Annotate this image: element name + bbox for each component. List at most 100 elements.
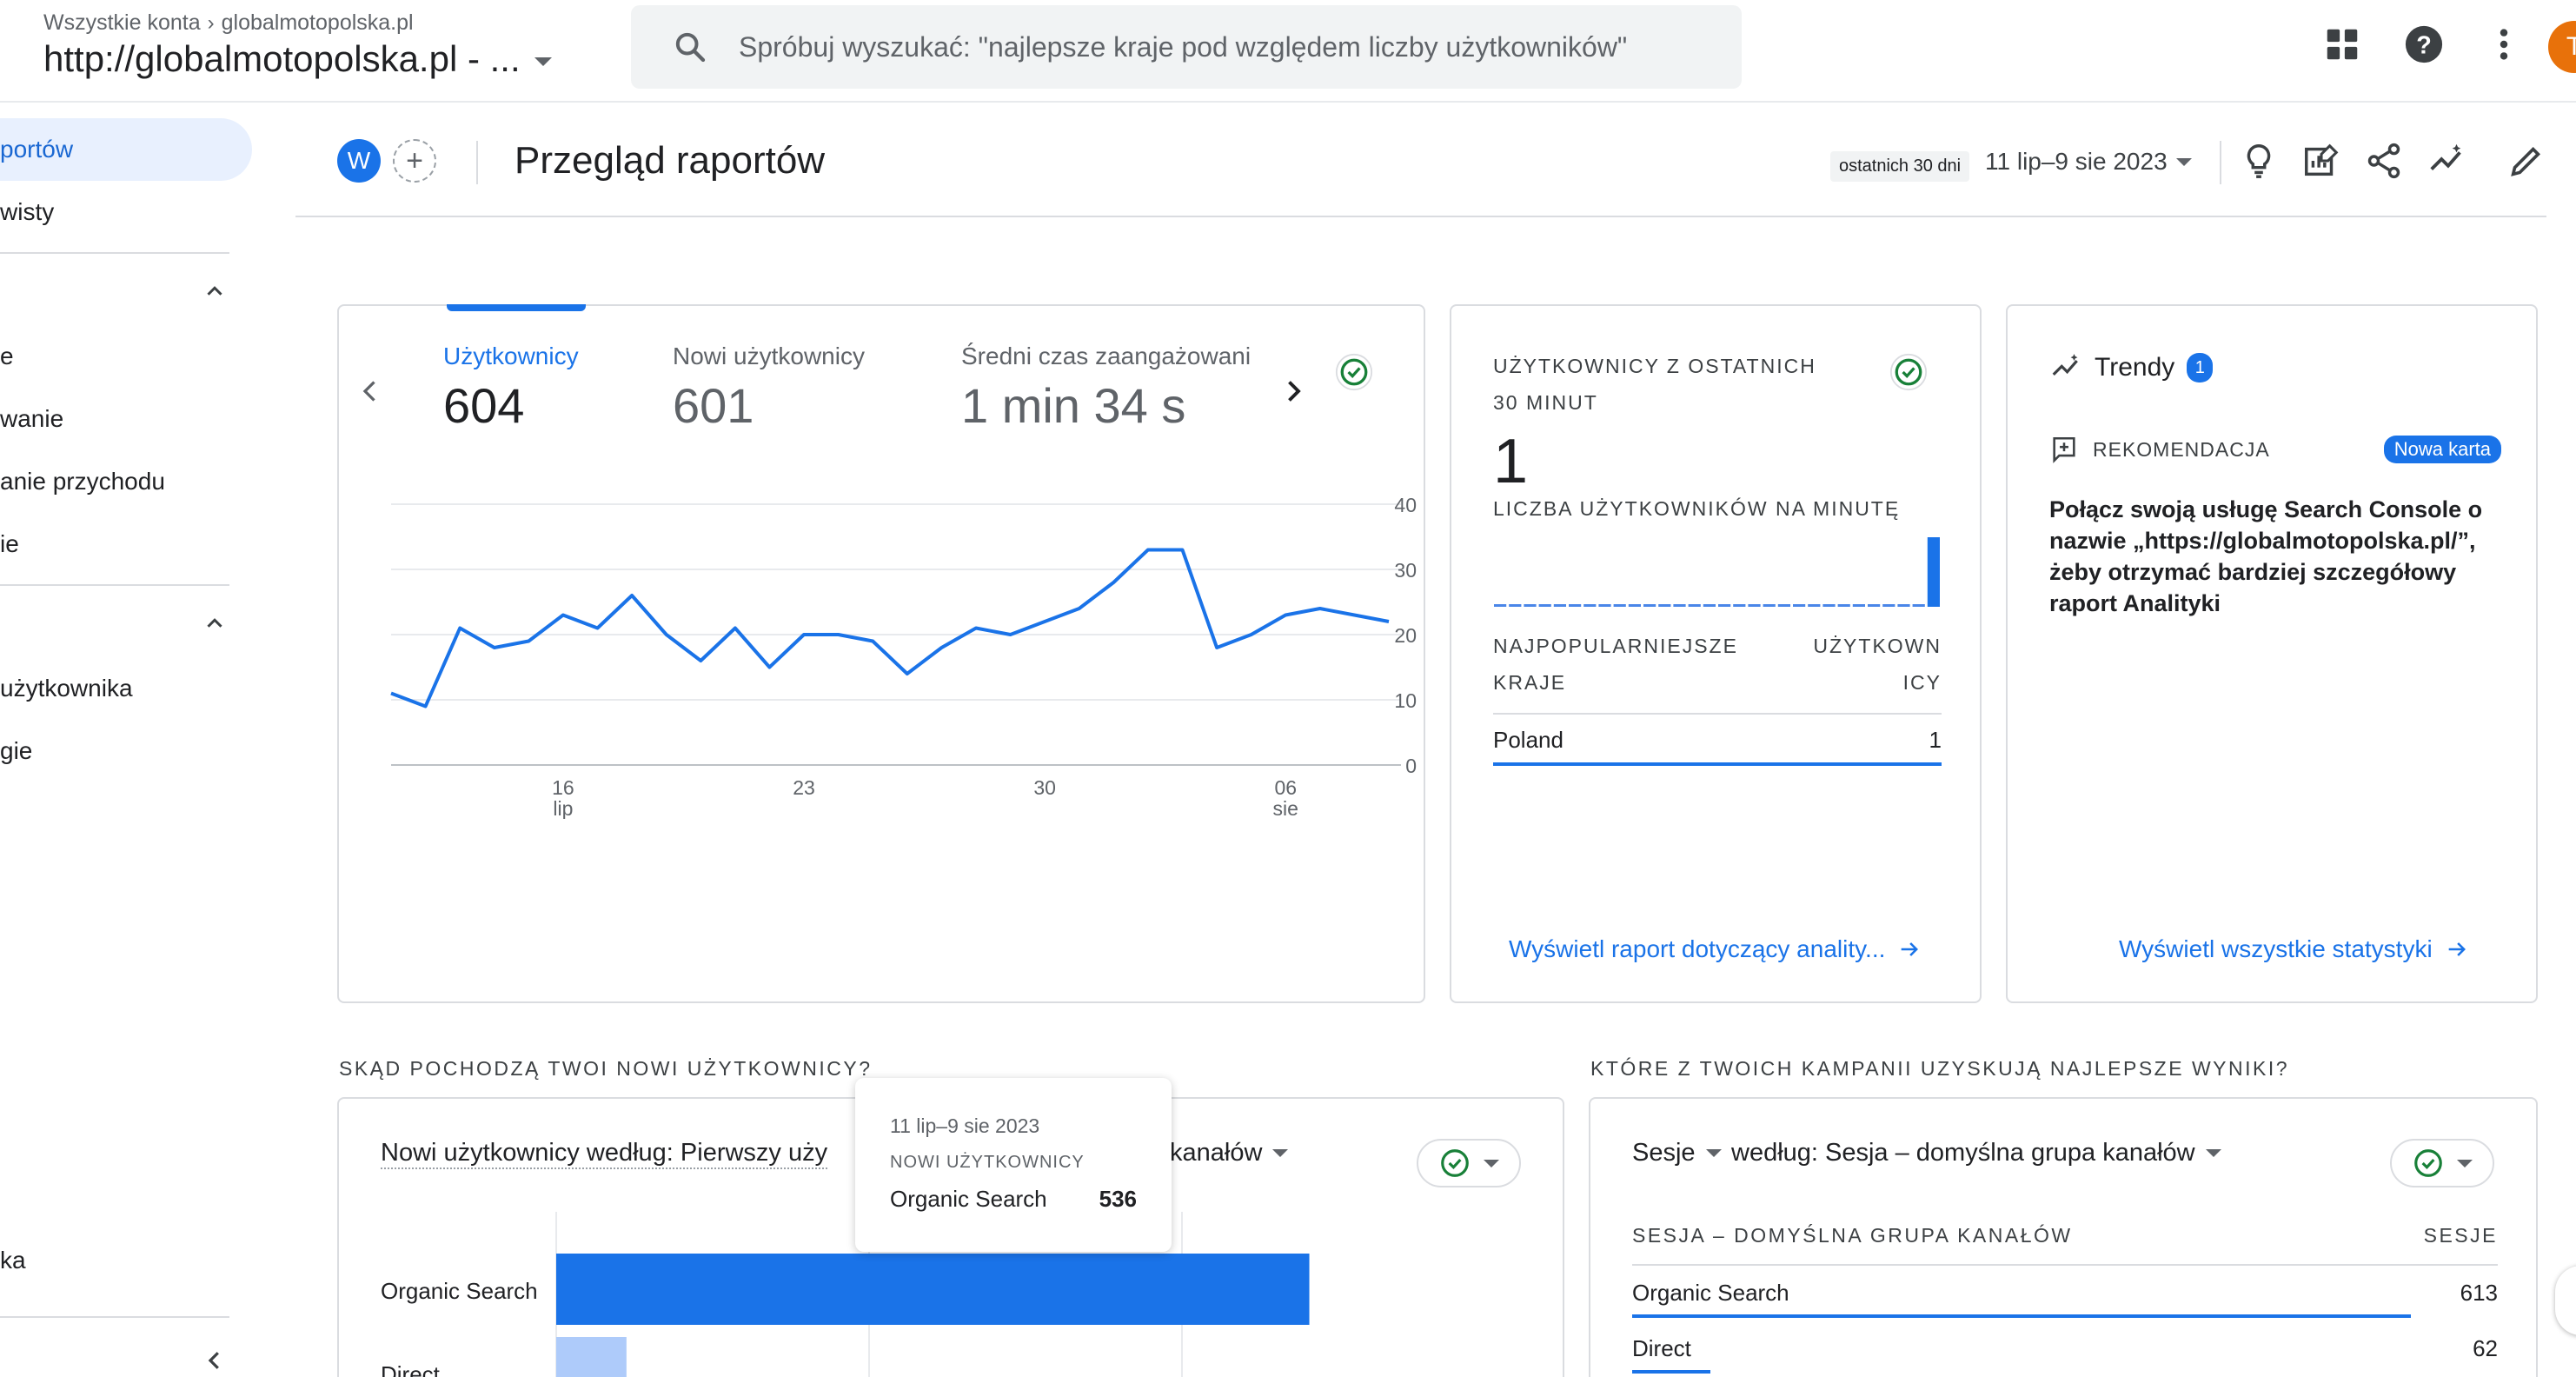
realtime-report-link[interactable]: Wyświetl raport dotyczący anality... <box>1509 935 1922 963</box>
account-selector[interactable]: http://globalmotopolska.pl - ... <box>43 38 552 80</box>
dropdown-caret-icon <box>1484 1159 1499 1167</box>
view-all-insights-link[interactable]: Wyświetl wszystkie statystyki <box>2119 935 2469 963</box>
per-minute-bar-chart[interactable] <box>1493 532 1942 612</box>
campaign-table-header: SESJA – DOMYŚLNA GRUPA KANAŁÓW SESJE <box>1632 1224 2498 1247</box>
edit-pencil-icon[interactable] <box>2506 141 2546 181</box>
chevron-right-icon: › <box>207 10 215 35</box>
sidebar-item-label: ka <box>0 1247 26 1274</box>
bar-direct <box>556 1337 627 1377</box>
tooltip-channel: Organic Search <box>890 1186 1047 1212</box>
comparison-avatar[interactable]: W <box>337 139 381 183</box>
selector-text: Sesje <box>1632 1139 1696 1167</box>
column-header-channel: SESJA – DOMYŚLNA GRUPA KANAŁÓW <box>1632 1224 2073 1247</box>
check-circle-icon <box>1441 1149 1469 1177</box>
new-users-dimension-selector[interactable]: Nowi użytkownicy według: Pierwszy uży <box>381 1139 828 1169</box>
metric-tab-users[interactable]: Użytkownicy 604 <box>443 343 579 434</box>
minute-bar <box>1509 604 1522 607</box>
table-row[interactable]: Direct 62 <box>1632 1335 2498 1362</box>
selector-text: według: Sesja – domyślna grupa kanałów <box>1731 1139 2195 1167</box>
trends-card: Trendy 1 REKOMENDACJA Nowa karta Połącz … <box>2006 304 2538 1003</box>
sidebar-divider <box>0 1316 229 1318</box>
search-bar[interactable]: Spróbuj wyszukać: "najlepsze kraje pod w… <box>631 5 1742 89</box>
minute-bar <box>1837 604 1850 607</box>
sidebar-item-library[interactable]: ka <box>0 1229 26 1292</box>
table-row[interactable]: Organic Search 613 <box>1632 1280 2498 1307</box>
share-icon[interactable] <box>2364 141 2404 181</box>
date-range-chip: ostatnich 30 dni <box>1830 151 1970 182</box>
sidebar-item-reports-overview[interactable]: portów <box>0 118 252 181</box>
x-tick-month: lip <box>553 797 573 819</box>
data-quality-menu[interactable] <box>1417 1139 1521 1187</box>
channel-sessions: 613 <box>2460 1280 2498 1306</box>
sidebar-item-user-attributes[interactable]: użytkownika <box>0 657 133 720</box>
minute-bar <box>1553 604 1566 607</box>
x-tick-label: 30 <box>1033 776 1056 799</box>
data-quality-check-icon[interactable] <box>1889 353 1928 391</box>
data-quality-check-icon[interactable] <box>1335 353 1373 391</box>
sidebar-item-engagement[interactable]: wanie <box>0 388 63 450</box>
chevron-up-icon[interactable] <box>202 610 228 636</box>
apps-grid-icon[interactable] <box>2322 24 2362 64</box>
new-card-badge: Nowa karta <box>2383 436 2501 463</box>
link-text: Wyświetl raport dotyczący anality... <box>1509 935 1886 962</box>
y-tick-label: 20 <box>1394 624 1417 647</box>
breadcrumb-property[interactable]: globalmotopolska.pl <box>222 10 414 36</box>
lightbulb-icon[interactable] <box>2239 141 2279 181</box>
insights-icon[interactable] <box>2427 141 2466 181</box>
minute-bar <box>1777 604 1790 607</box>
sidebar-item-label: anie przychodu <box>0 468 165 495</box>
arrow-right-icon <box>1902 942 1919 956</box>
bar-category-label: Direct <box>381 1361 441 1377</box>
collapse-sidebar-icon[interactable] <box>202 1347 228 1374</box>
chevron-right-icon[interactable] <box>1278 376 1309 407</box>
new-users-dimension-dropdown[interactable]: kanałów <box>1170 1139 1289 1167</box>
per-minute-label: LICZBA UŻYTKOWNIKÓW NA MINUTĘ <box>1493 497 1901 520</box>
campaign-metric-selector[interactable]: Sesje <box>1632 1139 1722 1167</box>
svg-text:?: ? <box>2416 32 2432 60</box>
sidebar-divider <box>0 584 229 586</box>
campaign-dimension-selector[interactable]: według: Sesja – domyślna grupa kanałów <box>1731 1139 2221 1167</box>
metric-value: 601 <box>673 378 754 433</box>
column-header-users: UŻYTKOWN ICY <box>1813 628 1942 701</box>
sidebar-item-acquisition[interactable]: e <box>0 325 14 388</box>
campaigns-card: Sesje według: Sesja – domyślna grupa kan… <box>1589 1097 2538 1377</box>
dropdown-caret-icon <box>2175 157 2192 166</box>
sidebar-item-retention[interactable]: ie <box>0 513 19 575</box>
column-header-countries: NAJPOPULARNIEJSZE KRAJE <box>1493 628 1738 701</box>
minute-bar <box>1793 604 1806 607</box>
customize-report-icon[interactable] <box>2301 141 2341 181</box>
users-line-chart[interactable]: 40 30 20 10 0 16lip 23 30 06sie <box>339 471 1424 819</box>
add-comparison-button[interactable]: + <box>393 139 436 183</box>
chevron-up-icon[interactable] <box>202 278 228 304</box>
data-quality-menu[interactable] <box>2390 1139 2494 1187</box>
sidebar-item-monetization[interactable]: anie przychodu <box>0 450 165 513</box>
metric-tab-new-users[interactable]: Nowi użytkownicy 601 <box>673 343 865 434</box>
chevron-left-icon[interactable] <box>355 376 386 407</box>
sidebar-item-technology[interactable]: gie <box>0 720 32 782</box>
breadcrumb-root[interactable]: Wszystkie konta <box>43 10 201 36</box>
user-avatar[interactable]: T <box>2548 21 2576 73</box>
row-share-bar <box>1632 1314 2412 1318</box>
minute-bar <box>1613 604 1626 607</box>
more-vert-icon[interactable] <box>2484 24 2524 64</box>
country-name: Poland <box>1493 727 1564 753</box>
sidebar-item-label: ie <box>0 530 19 557</box>
help-icon[interactable]: ? <box>2404 24 2444 64</box>
users-overview-card: Użytkownicy 604 Nowi użytkownicy 601 Śre… <box>337 304 1425 1003</box>
realtime-title-line: 30 MINUT <box>1493 391 1598 414</box>
metric-tab-engagement-time[interactable]: Średni czas zaangażowani 1 min 34 s <box>961 343 1251 434</box>
insights-icon <box>2052 354 2078 376</box>
sidebar-item-label: portów <box>0 136 74 163</box>
header-text: KRAJE <box>1493 671 1567 694</box>
table-row[interactable]: Poland 1 <box>1493 715 1942 762</box>
search-placeholder: Spróbuj wyszukać: "najlepsze kraje pod w… <box>739 30 1628 63</box>
floating-side-button[interactable] <box>2555 1266 2576 1335</box>
metric-label: Nowi użytkownicy <box>673 343 865 369</box>
header-text: NAJPOPULARNIEJSZE <box>1493 635 1738 657</box>
sidebar-divider <box>0 252 229 254</box>
minute-bar <box>1897 604 1910 607</box>
tooltip-metric: NOWI UŻYTKOWNICY <box>890 1153 1085 1172</box>
date-range-picker[interactable]: 11 lip–9 sie 2023 <box>1985 148 2192 176</box>
recommendation-row: REKOMENDACJA Nowa karta <box>2049 435 2501 464</box>
sidebar-item-snapshot[interactable]: wisty <box>0 181 54 243</box>
